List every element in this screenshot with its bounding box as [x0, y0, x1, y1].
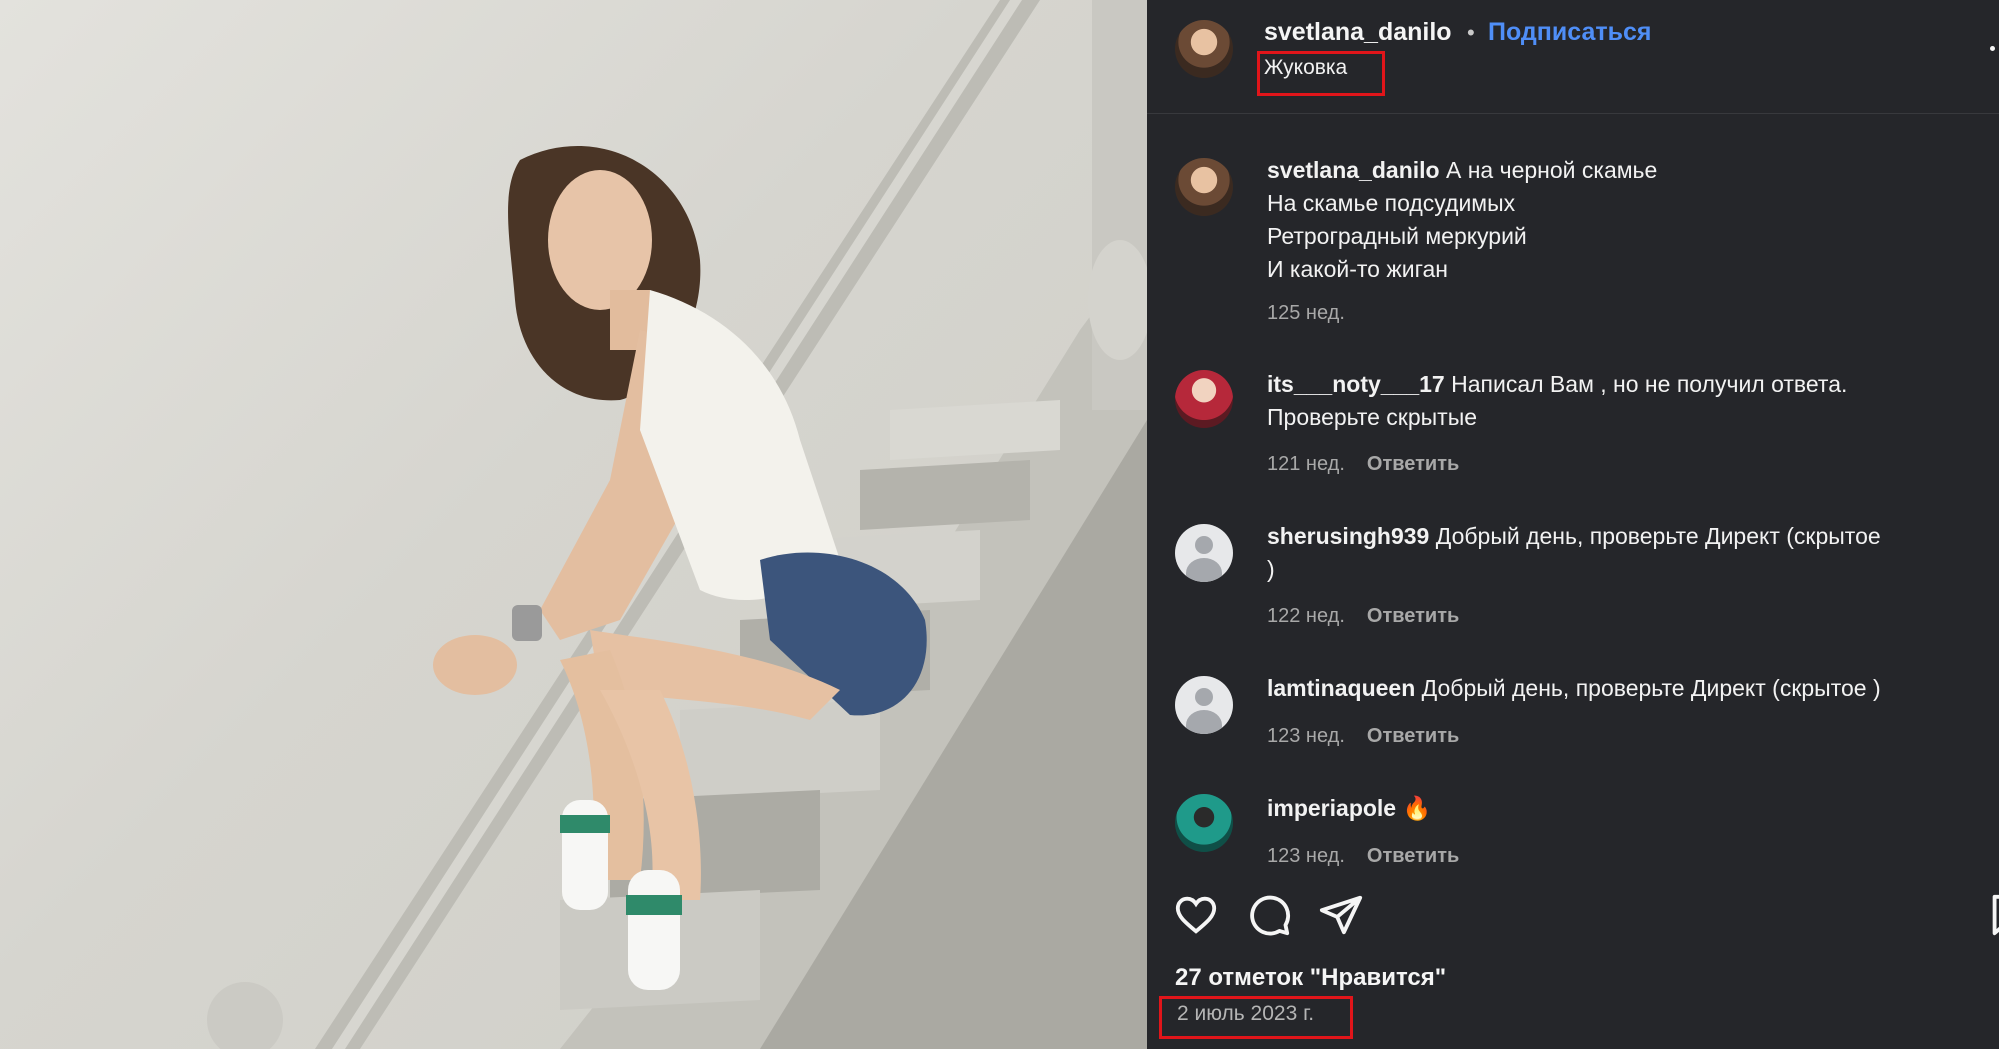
comment-username[interactable]: sherusingh939: [1267, 523, 1429, 549]
reply-button[interactable]: Ответить: [1367, 453, 1459, 475]
reply-button[interactable]: Ответить: [1367, 605, 1459, 627]
comment-text: sherusingh939 Добрый день, проверьте Дир…: [1267, 520, 1979, 586]
comment-icon[interactable]: [1246, 892, 1292, 938]
comment-meta: 123 нед. Ответить: [1267, 845, 1459, 868]
comment-text: lamtinaqueen Добрый день, проверьте Дире…: [1267, 672, 1979, 705]
likes-count[interactable]: 27 отметок "Нравится": [1175, 964, 1446, 992]
more-options-icon[interactable]: [1990, 46, 1995, 51]
comment-meta: 125 нед.: [1267, 302, 1345, 325]
author-avatar[interactable]: [1175, 20, 1233, 78]
comment-meta: 123 нед. Ответить: [1267, 725, 1459, 748]
comment-time[interactable]: 123 нед.: [1267, 725, 1345, 747]
comment-avatar[interactable]: [1175, 676, 1233, 734]
bookmark-icon[interactable]: [1985, 892, 1999, 938]
comment-username[interactable]: its___noty___17: [1267, 371, 1445, 397]
post-photo-illustration: [207, 0, 1147, 1049]
comment-text: svetlana_danilo А на черной скамье На ск…: [1267, 154, 1979, 286]
post-actions: [1147, 880, 1999, 940]
comment-line: Написал Вам , но не получил ответа.: [1451, 371, 1848, 397]
comment-username[interactable]: lamtinaqueen: [1267, 675, 1415, 701]
comment-avatar[interactable]: [1175, 524, 1233, 582]
comment-avatar[interactable]: [1175, 158, 1233, 216]
comment-line: И какой-то жиган: [1267, 256, 1448, 282]
comment-text: imperiapole 🔥: [1267, 792, 1979, 825]
comment-line: Проверьте скрытые: [1267, 404, 1478, 430]
comment-line: Добрый день, проверьте Директ (скрытое: [1435, 523, 1881, 549]
comment-meta: 121 нед. Ответить: [1267, 453, 1459, 476]
date-highlight-box: [1159, 996, 1353, 1039]
comment-time[interactable]: 125 нед.: [1267, 302, 1345, 324]
reply-button[interactable]: Ответить: [1367, 725, 1459, 747]
author-username[interactable]: svetlana_danilo: [1264, 18, 1452, 47]
comment-meta: 122 нед. Ответить: [1267, 605, 1459, 628]
comment-line: На скамье подсудимых: [1267, 190, 1516, 216]
comment-username[interactable]: svetlana_danilo: [1267, 157, 1440, 183]
comment-time[interactable]: 123 нед.: [1267, 845, 1345, 867]
location-highlight-box: [1257, 51, 1385, 96]
follow-button[interactable]: Подписаться: [1488, 18, 1651, 47]
comment-text: its___noty___17 Написал Вам , но не полу…: [1267, 368, 1979, 434]
comment-avatar[interactable]: [1175, 794, 1233, 852]
comment-line: ): [1267, 556, 1275, 582]
comment-time[interactable]: 122 нед.: [1267, 605, 1345, 627]
comment-avatar[interactable]: [1175, 370, 1233, 428]
post-photo: [0, 0, 1147, 1049]
header-separator: •: [1467, 20, 1475, 45]
comment-line: А на черной скамье: [1445, 157, 1658, 183]
comment-line: Ретроградный меркурий: [1267, 223, 1527, 249]
comment-username[interactable]: imperiapole: [1267, 795, 1396, 821]
comment-time[interactable]: 121 нед.: [1267, 453, 1345, 475]
heart-icon[interactable]: [1173, 892, 1219, 938]
comment-line: 🔥: [1402, 795, 1432, 821]
post-side-panel: svetlana_danilo • Подписаться Жуковка sv…: [1147, 0, 1999, 1049]
share-icon[interactable]: [1318, 892, 1364, 938]
post-header: svetlana_danilo • Подписаться Жуковка: [1147, 0, 1999, 114]
reply-button[interactable]: Ответить: [1367, 845, 1459, 867]
comment-line: Добрый день, проверьте Директ (скрытое ): [1421, 675, 1881, 701]
